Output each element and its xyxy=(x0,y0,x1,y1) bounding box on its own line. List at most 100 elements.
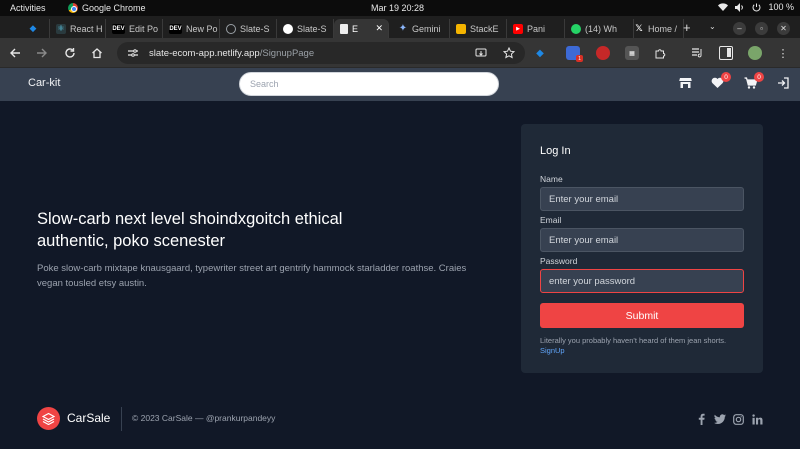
tab-1[interactable]: ◆ xyxy=(22,19,50,38)
close-tab-icon[interactable]: ✕ xyxy=(375,23,383,34)
power-icon xyxy=(752,3,761,11)
volume-icon xyxy=(735,2,744,12)
tab-6[interactable]: Slate-S xyxy=(277,19,334,38)
chrome-icon xyxy=(68,3,78,13)
tab-label: Edit Po xyxy=(129,23,159,34)
store-icon xyxy=(679,78,692,88)
tab-label: Slate-S xyxy=(297,23,327,34)
password-input[interactable] xyxy=(540,269,744,293)
close-window-button[interactable]: ✕ xyxy=(777,22,790,35)
reading-list-icon[interactable] xyxy=(690,46,704,60)
tab-label: StackE xyxy=(470,23,499,34)
reload-button[interactable] xyxy=(62,45,78,61)
arrow-right-icon xyxy=(37,48,47,58)
login-title: Log In xyxy=(540,145,571,157)
install-app-icon[interactable] xyxy=(475,47,487,59)
url-path: /SignupPage xyxy=(259,47,315,59)
url-host: slate-ecom-app.netlify.app xyxy=(149,47,260,59)
address-bar[interactable]: slate-ecom-app.netlify.app/SignupPage xyxy=(117,42,525,64)
store-button[interactable] xyxy=(679,76,692,94)
forward-button[interactable] xyxy=(34,45,50,61)
side-panel-icon[interactable] xyxy=(719,46,733,60)
login-icon xyxy=(778,77,789,89)
login-button[interactable] xyxy=(777,76,789,94)
page-icon xyxy=(340,23,348,34)
twitter-icon xyxy=(714,414,726,425)
tab-label: E xyxy=(352,23,359,34)
footer-divider xyxy=(121,407,122,431)
maximize-button[interactable]: ▫ xyxy=(755,22,768,35)
site-header: Car-kit 0 0 xyxy=(0,68,800,101)
arrow-left-icon xyxy=(10,48,20,58)
tab-label: New Po xyxy=(186,23,218,34)
tab-label: Pani xyxy=(527,23,546,34)
password-label: Password xyxy=(540,256,578,266)
linkedin-link[interactable] xyxy=(752,412,763,430)
extensions-puzzle-icon[interactable] xyxy=(653,46,667,60)
twitter-link[interactable] xyxy=(714,412,726,430)
tab-8[interactable]: ✦ Gemini xyxy=(392,19,450,38)
facebook-icon xyxy=(698,413,705,425)
youtube-icon: ▶ xyxy=(513,23,523,34)
tab-4[interactable]: DEV New Po xyxy=(163,19,220,38)
app-menu[interactable]: Google Chrome xyxy=(68,3,146,13)
tab-label: Home / xyxy=(648,23,678,34)
site-brand[interactable]: Car-kit xyxy=(28,77,60,89)
tab-7-active[interactable]: E ✕ xyxy=(334,19,389,38)
battery-percent: 100 % xyxy=(768,2,794,12)
bookmark-star-icon[interactable] xyxy=(503,47,515,59)
tab-10[interactable]: ▶ Pani xyxy=(507,19,565,38)
facebook-link[interactable] xyxy=(697,412,705,430)
tab-search-chevron-icon[interactable]: ⌄ xyxy=(709,22,716,31)
submit-button[interactable]: Submit xyxy=(540,303,744,328)
whatsapp-icon xyxy=(571,23,581,34)
tab-3[interactable]: DEV Edit Po xyxy=(106,19,163,38)
clock[interactable]: Mar 19 20:28 xyxy=(371,3,424,13)
stackexchange-icon xyxy=(456,23,466,34)
react-icon: ⚛ xyxy=(56,23,66,34)
x-icon: 𝕏 xyxy=(635,23,643,33)
profile-avatar[interactable] xyxy=(748,46,762,60)
site-info-icon[interactable] xyxy=(127,48,139,58)
gemini-icon: ✦ xyxy=(398,23,408,34)
home-icon xyxy=(92,48,102,59)
search-input[interactable] xyxy=(239,72,499,96)
instagram-icon xyxy=(733,414,744,425)
system-tray[interactable]: 100 % xyxy=(718,2,794,12)
wishlist-badge: 0 xyxy=(721,72,731,82)
name-input[interactable] xyxy=(540,187,744,211)
home-button[interactable] xyxy=(89,45,105,61)
email-input[interactable] xyxy=(540,228,744,252)
cart-button[interactable]: 0 xyxy=(744,72,764,94)
copyright-text: © 2023 CarSale — @prankurpandeyy xyxy=(132,413,276,423)
new-tab-button[interactable]: + xyxy=(683,20,691,35)
tab-2[interactable]: ⚛ React H xyxy=(50,19,106,38)
signup-note-text: Literally you probably haven't heard of … xyxy=(540,336,727,345)
tab-9[interactable]: StackE xyxy=(450,19,507,38)
carsale-logo[interactable] xyxy=(37,407,60,430)
system-top-bar: Activities Google Chrome Mar 19 20:28 10… xyxy=(0,0,800,16)
opera-extension-icon[interactable] xyxy=(596,46,610,60)
linkedin-icon xyxy=(752,414,763,425)
login-card: Log In Name Email Password Submit Litera… xyxy=(521,124,763,373)
hero-text: Poke slow-carb mixtape knausgaard, typew… xyxy=(37,263,467,289)
cart-badge: 0 xyxy=(754,72,764,82)
tab-label: Slate-S xyxy=(240,23,270,34)
window-extension-icon[interactable]: ▦ xyxy=(625,46,639,60)
tab-12[interactable]: 𝕏 Home / xyxy=(628,19,684,38)
wishlist-button[interactable]: 0 xyxy=(711,72,731,94)
minimize-button[interactable]: – xyxy=(733,22,746,35)
tab-5[interactable]: Slate-S xyxy=(220,19,277,38)
wifi-icon xyxy=(718,2,729,11)
signup-link[interactable]: SignUp xyxy=(540,346,565,355)
back-button[interactable] xyxy=(7,45,23,61)
activities-button[interactable]: Activities xyxy=(10,3,46,13)
gem-extension-icon[interactable]: ◆ xyxy=(533,46,547,60)
extension-badge-icon[interactable]: 1 xyxy=(566,46,583,62)
reload-icon xyxy=(65,48,75,58)
gem-icon: ◆ xyxy=(29,23,37,33)
kebab-menu-icon[interactable]: ⋮ xyxy=(776,46,790,60)
tab-11[interactable]: (14) Wh xyxy=(565,19,634,38)
dev-icon: DEV xyxy=(169,23,182,34)
instagram-link[interactable] xyxy=(733,412,744,430)
